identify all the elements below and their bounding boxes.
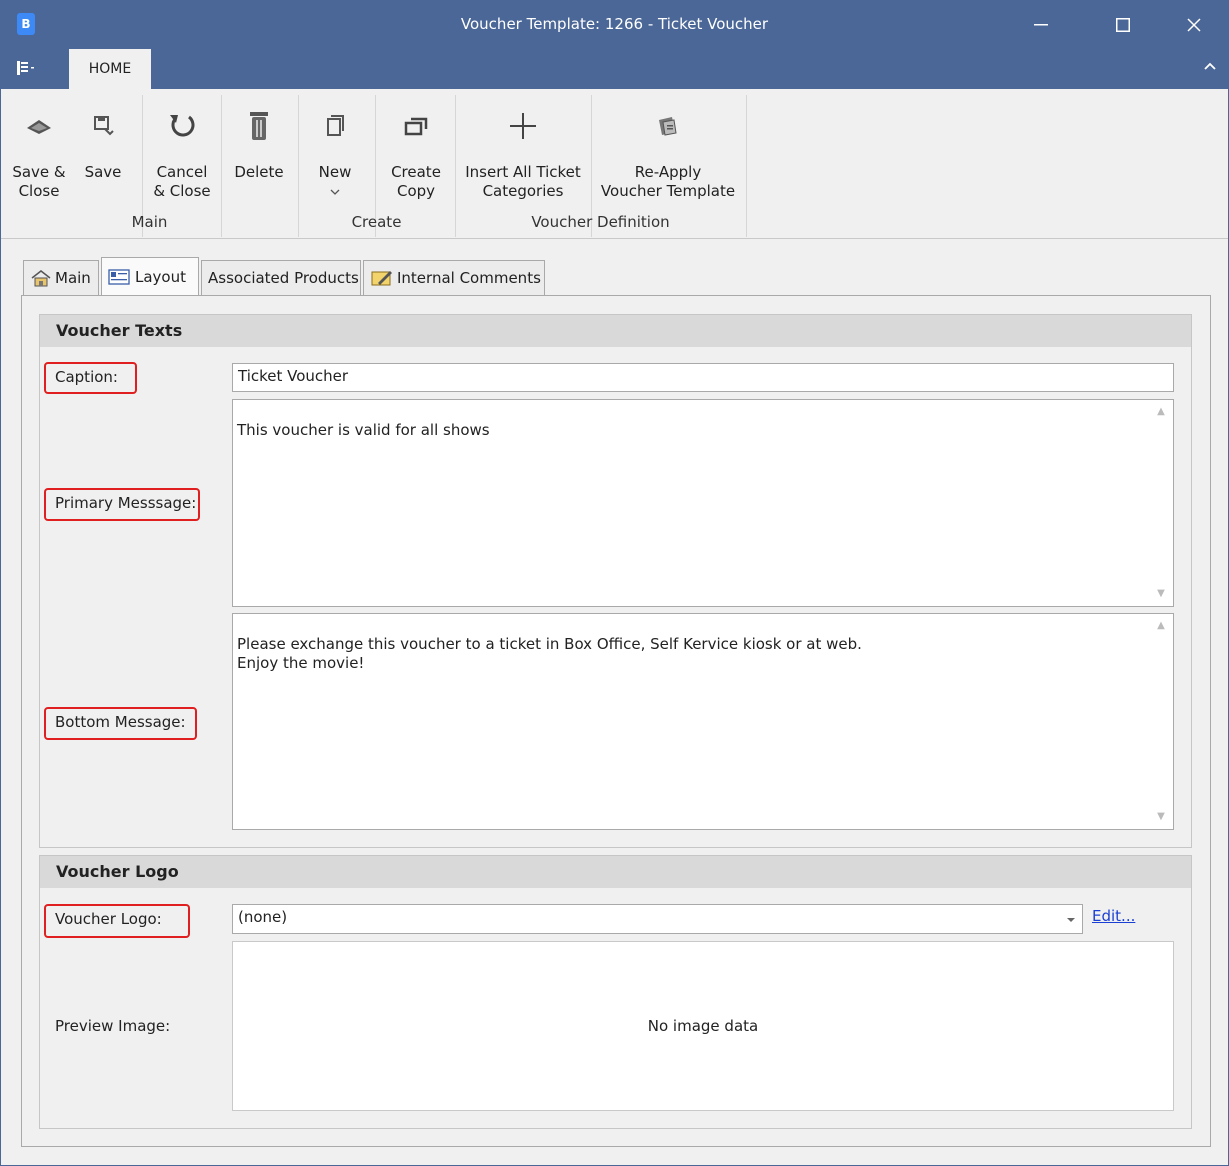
tab-associated-products-label: Associated Products bbox=[208, 269, 359, 287]
create-copy-button[interactable]: Create Copy bbox=[381, 89, 451, 207]
ribbon-separator bbox=[746, 95, 747, 237]
title-bar: B Voucher Template: 1266 - Ticket Vouche… bbox=[1, 1, 1228, 49]
bottom-message-textarea[interactable]: Please exchange this voucher to a ticket… bbox=[232, 613, 1174, 830]
layout-icon bbox=[108, 268, 130, 285]
voucher-logo-header: Voucher Logo bbox=[40, 856, 1191, 888]
ribbon-tab-row: HOME bbox=[1, 49, 1228, 89]
scroll-up-icon[interactable]: ▲ bbox=[1151, 402, 1171, 422]
tab-internal-comments[interactable]: Internal Comments bbox=[363, 260, 545, 296]
voucher-logo-select[interactable]: (none) bbox=[232, 904, 1083, 934]
create-copy-label: Create Copy bbox=[391, 163, 441, 200]
reapply-label: Re-Apply Voucher Template bbox=[600, 163, 736, 200]
preview-image-label: Preview Image: bbox=[55, 1017, 171, 1035]
cancel-close-button[interactable]: Cancel & Close bbox=[147, 89, 217, 207]
no-image-text: No image data bbox=[647, 1017, 759, 1035]
tab-main[interactable]: Main bbox=[23, 260, 99, 296]
note-edit-icon bbox=[371, 271, 392, 286]
scrollbar[interactable]: ▲ ▼ bbox=[1151, 616, 1171, 827]
plus-icon bbox=[510, 113, 536, 139]
voucher-logo-value: (none) bbox=[238, 908, 288, 926]
save-button[interactable]: Save bbox=[77, 89, 129, 207]
app-menu-icon bbox=[17, 61, 34, 75]
group-create-label: Create bbox=[351, 213, 402, 231]
new-label: New bbox=[318, 163, 352, 181]
tab-main-label: Main bbox=[55, 269, 91, 287]
highlight-box bbox=[44, 488, 200, 521]
window: B Voucher Template: 1266 - Ticket Vouche… bbox=[0, 0, 1229, 1166]
copy-icon bbox=[404, 117, 428, 136]
save-icon bbox=[94, 116, 114, 136]
preview-image: No image data bbox=[232, 941, 1174, 1111]
delete-label: Delete bbox=[234, 163, 284, 181]
scrollbar[interactable]: ▲ ▼ bbox=[1151, 402, 1171, 604]
insert-all-label: Insert All Ticket Categories bbox=[465, 163, 581, 200]
tab-home[interactable]: HOME bbox=[69, 49, 151, 89]
scroll-down-icon[interactable]: ▼ bbox=[1151, 807, 1171, 827]
minimize-button[interactable] bbox=[1006, 1, 1076, 49]
scroll-up-icon[interactable]: ▲ bbox=[1151, 616, 1171, 636]
close-button[interactable] bbox=[1159, 1, 1229, 49]
maximize-button[interactable] bbox=[1088, 1, 1158, 49]
ribbon-collapse-button[interactable] bbox=[1203, 59, 1217, 75]
insert-all-ticket-categories-button[interactable]: Insert All Ticket Categories bbox=[461, 89, 585, 207]
highlight-box bbox=[44, 707, 197, 740]
delete-button[interactable]: Delete bbox=[227, 89, 291, 207]
chevron-up-icon bbox=[1204, 62, 1216, 70]
new-button[interactable]: New bbox=[307, 89, 363, 207]
tab-layout[interactable]: Layout bbox=[101, 257, 199, 296]
new-document-icon bbox=[327, 115, 344, 136]
primary-message-text: This voucher is valid for all shows bbox=[237, 421, 490, 439]
dropdown-arrow-icon[interactable] bbox=[1066, 916, 1076, 924]
bottom-message-text: Please exchange this voucher to a ticket… bbox=[237, 635, 862, 672]
cancel-close-label: Cancel & Close bbox=[153, 163, 211, 200]
minimize-icon bbox=[1034, 24, 1048, 26]
caption-input[interactable]: Ticket Voucher bbox=[232, 363, 1174, 392]
scroll-down-icon[interactable]: ▼ bbox=[1151, 584, 1171, 604]
save-close-icon bbox=[27, 120, 51, 134]
highlight-box bbox=[44, 362, 137, 394]
save-close-button[interactable]: Save & Close bbox=[7, 89, 71, 207]
tab-layout-label: Layout bbox=[135, 267, 186, 286]
reapply-voucher-template-button[interactable]: Re-Apply Voucher Template bbox=[597, 89, 739, 207]
highlight-box bbox=[44, 904, 190, 938]
chevron-down-icon bbox=[330, 189, 340, 195]
maximize-icon bbox=[1116, 18, 1130, 32]
close-icon bbox=[1187, 18, 1201, 32]
voucher-template-icon bbox=[659, 117, 677, 136]
group-main-label: Main bbox=[131, 213, 168, 231]
primary-message-textarea[interactable]: This voucher is valid for all shows ▲ ▼ bbox=[232, 399, 1174, 607]
edit-logo-link[interactable]: Edit... bbox=[1092, 907, 1135, 925]
save-label: Save bbox=[84, 163, 122, 181]
ribbon: Save & Close Save Cancel & Close Delete … bbox=[1, 89, 1228, 239]
voucher-texts-header: Voucher Texts bbox=[40, 315, 1191, 347]
undo-icon bbox=[170, 115, 195, 137]
group-voucher-definition-label: Voucher Definition bbox=[531, 213, 670, 231]
house-icon bbox=[31, 270, 51, 287]
trash-icon bbox=[250, 112, 268, 140]
tab-associated-products[interactable]: Associated Products bbox=[201, 260, 361, 296]
save-close-label: Save & Close bbox=[12, 163, 66, 200]
app-menu-button[interactable] bbox=[15, 59, 49, 81]
tab-internal-comments-label: Internal Comments bbox=[397, 269, 541, 287]
